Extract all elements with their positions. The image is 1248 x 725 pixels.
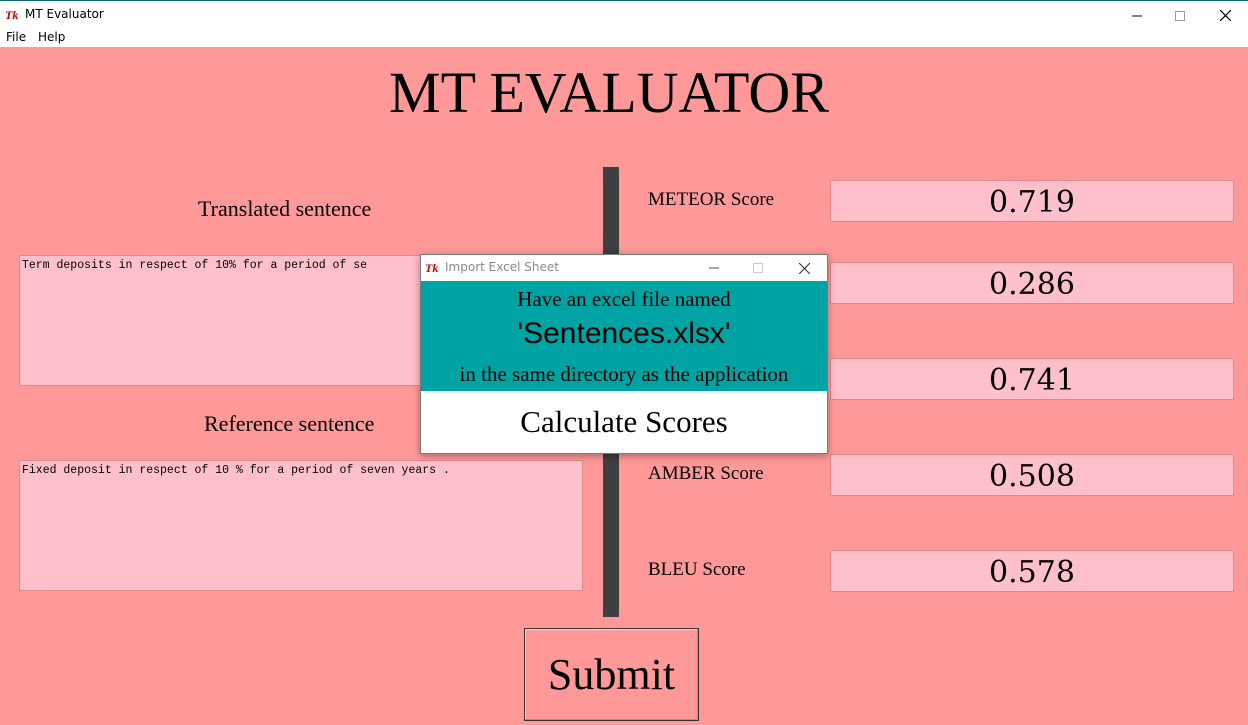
close-button[interactable] [1202,1,1248,30]
reference-sentence-textbox[interactable]: Fixed deposit in respect of 10 % for a p… [19,460,583,591]
dialog-instructions-panel: Have an excel file named 'Sentences.xlsx… [421,281,827,391]
dialog-maximize-button[interactable] [735,255,781,281]
maximize-button[interactable] [1157,1,1203,30]
amber-score-label: AMBER Score [648,463,764,484]
submit-button[interactable]: Submit [524,628,699,721]
bleu-score-value: 0.578 [830,550,1234,592]
tk-feather-icon: Tk [425,261,441,275]
dialog-instruction-line3: in the same directory as the application [459,362,789,386]
translated-sentence-label: Translated sentence [198,196,372,221]
close-icon [798,262,810,274]
maximize-icon [753,263,763,273]
bleu-score-label: BLEU Score [648,559,746,580]
window-title: MT Evaluator [25,7,104,21]
minimize-icon [1132,15,1142,16]
meteor-score-value: 0.719 [830,180,1234,222]
svg-text:Tk: Tk [5,8,18,22]
close-icon [1219,10,1231,21]
minimize-button[interactable] [1114,1,1160,30]
dialog-close-button[interactable] [781,255,827,281]
score-2-value: 0.286 [830,262,1234,304]
tk-feather-icon: Tk [5,8,21,22]
menu-bar: File Help [0,29,1248,47]
minimize-icon [709,267,719,269]
dialog-title: Import Excel Sheet [445,260,559,274]
import-excel-dialog: Tk Import Excel Sheet Have an excel file… [420,254,828,454]
svg-text:Tk: Tk [425,261,438,275]
score-3-value: 0.741 [830,358,1234,400]
maximize-icon [1175,10,1185,21]
meteor-score-label: METEOR Score [648,189,775,210]
dialog-titlebar: Tk Import Excel Sheet [421,255,827,281]
window-titlebar: Tk MT Evaluator [0,0,1248,29]
dialog-filename: 'Sentences.xlsx' [517,317,731,350]
menu-file[interactable]: File [6,30,26,44]
app-heading: MT EVALUATOR [389,60,829,125]
menu-help[interactable]: Help [38,30,65,44]
calculate-scores-button[interactable]: Calculate Scores [421,391,827,453]
reference-sentence-label: Reference sentence [204,411,375,436]
dialog-instruction-line1: Have an excel file named [517,287,731,311]
dialog-minimize-button[interactable] [691,255,737,281]
amber-score-value: 0.508 [830,454,1234,496]
